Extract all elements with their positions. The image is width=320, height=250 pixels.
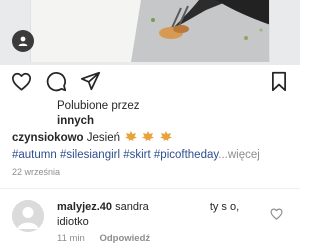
- comment-text: malyjez.40 sandra ty s o, idiotko: [57, 200, 262, 230]
- divider: [0, 188, 300, 189]
- share-icon[interactable]: [79, 70, 101, 92]
- heart-outline-icon[interactable]: [270, 207, 284, 220]
- post-caption: czynsiokowo Jesień: [12, 130, 297, 146]
- comment-text-part-2: ty s: [209, 201, 227, 213]
- photo-frame: [30, 0, 270, 62]
- hashtag-links[interactable]: #autumn #silesiangirl #skirt #picoftheda…: [12, 149, 218, 161]
- post-date: 22 września: [12, 167, 61, 177]
- bookmark-icon[interactable]: [268, 70, 290, 92]
- caption-username[interactable]: czynsiokowo: [12, 132, 84, 144]
- comment-username[interactable]: malyjez.40: [57, 201, 112, 213]
- comment-text-part-4: idiotko: [57, 216, 89, 228]
- more-link[interactable]: ...więcej: [218, 149, 260, 161]
- maple-leaf-icon: [142, 131, 155, 141]
- maple-leaf-icon: [125, 131, 138, 141]
- caption-text: Jesień: [86, 132, 121, 144]
- caption-hashtags: #autumn #silesiangirl #skirt #picoftheda…: [12, 147, 300, 163]
- avatar[interactable]: [12, 200, 44, 232]
- heart-icon[interactable]: [10, 70, 32, 92]
- photo-scene: [31, 0, 269, 62]
- likes-suffix: innych: [57, 115, 95, 127]
- reply-button[interactable]: Odpowiedź: [99, 233, 150, 244]
- maple-leaf-icon: [159, 131, 172, 141]
- post-photo[interactable]: [0, 0, 300, 65]
- person-tag-icon[interactable]: [12, 30, 34, 52]
- comment-text-part-3: o,: [230, 201, 240, 213]
- comment-icon[interactable]: [45, 70, 67, 92]
- comment-meta: 11 min Odpowiedź: [57, 233, 150, 244]
- likes-summary[interactable]: Polubione przez innych: [57, 99, 257, 129]
- likes-prefix: Polubione przez: [57, 100, 140, 112]
- comment-text-part-1: sandra: [115, 201, 149, 213]
- comment-time: 11 min: [57, 233, 85, 244]
- post-action-bar: [0, 68, 300, 94]
